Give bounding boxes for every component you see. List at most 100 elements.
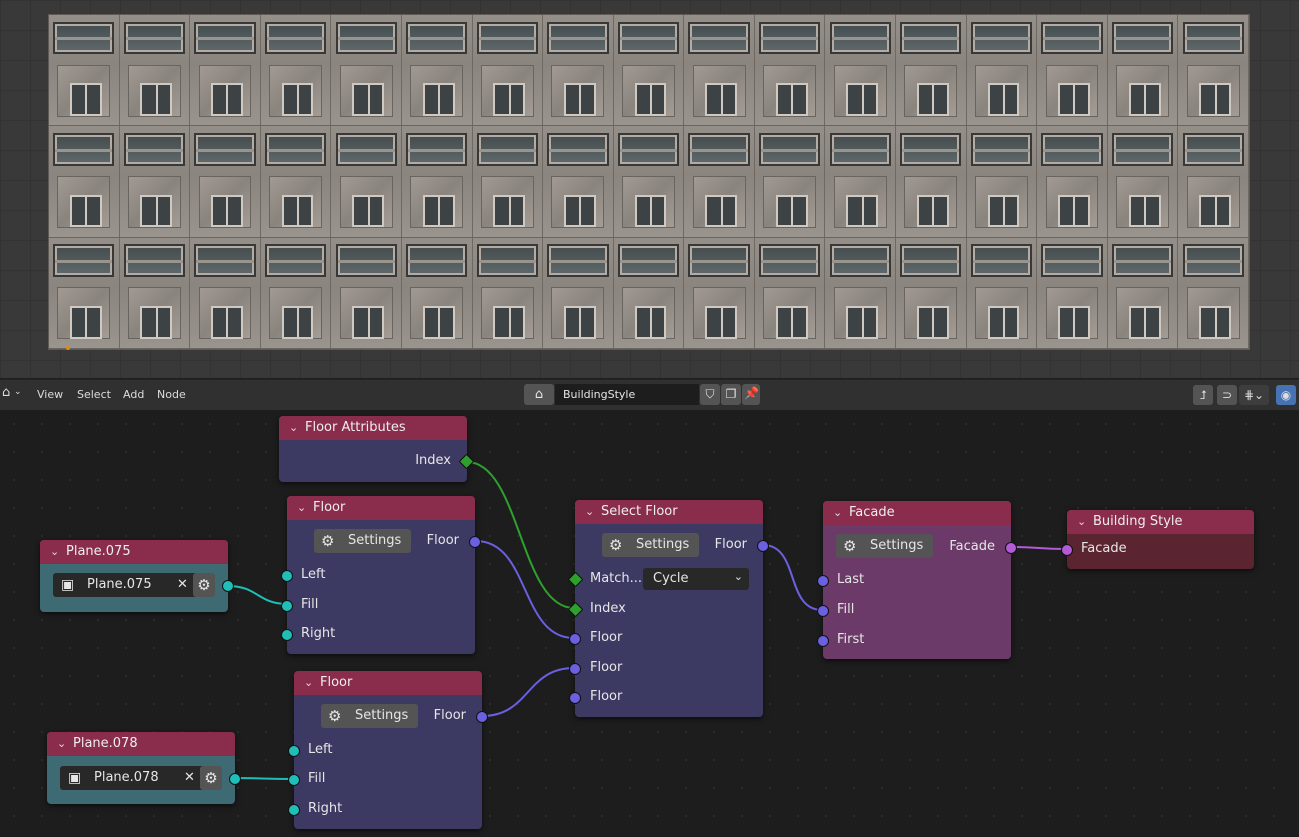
close-icon[interactable]: ✕ [184, 766, 195, 790]
object-icon: ▣ [68, 770, 82, 786]
chevron-down-icon[interactable]: ⌄ [50, 540, 59, 564]
node-header[interactable]: ⌄ Floor [287, 496, 475, 520]
node-tree-name-field[interactable]: BuildingStyle [555, 384, 699, 405]
gear-icon[interactable]: ⚙ [200, 766, 222, 790]
object-field[interactable]: ▣ Plane.075 ✕ ⚙ [53, 573, 215, 597]
facade-tile [472, 15, 544, 127]
node-floor-1[interactable]: ⌄ Floor ⚙ Settings Floor Left Fill Right [281, 496, 481, 654]
node-header[interactable]: ⌄ Building Style [1067, 510, 1254, 534]
facade-tile [1107, 15, 1179, 127]
chevron-down-icon[interactable]: ⌄ [289, 416, 298, 440]
chevron-down-icon[interactable]: ⌄ [585, 500, 594, 524]
close-icon[interactable]: ✕ [177, 573, 188, 597]
menu-view[interactable]: View [37, 388, 63, 401]
snap-mode-dropdown[interactable]: ⋕⌄ [1239, 385, 1269, 405]
menu-select[interactable]: Select [77, 388, 111, 401]
node-header[interactable]: ⌄ Plane.075 [40, 540, 228, 564]
fill-input-socket[interactable] [288, 774, 300, 786]
home-icon: ⌂ [534, 387, 544, 402]
settings-label: Settings [348, 533, 402, 548]
chevron-down-icon[interactable]: ⌄ [304, 671, 313, 695]
node-title: Floor [320, 675, 353, 690]
overlay-icon: ◉ [1280, 388, 1292, 402]
floor-output-socket[interactable] [476, 711, 488, 723]
gear-icon: ⚙ [843, 537, 857, 555]
floor-input-socket-2[interactable] [569, 663, 581, 675]
node-header[interactable]: ⌄ Plane.078 [47, 732, 235, 756]
socket-label-left: Left [301, 567, 326, 582]
object-output-socket[interactable] [222, 580, 234, 592]
left-input-socket[interactable] [288, 745, 300, 757]
socket-label-fill: Fill [301, 597, 319, 612]
settings-button[interactable]: ⚙ Settings [602, 533, 699, 557]
chevron-down-icon[interactable]: ⌄ [57, 732, 66, 756]
facade-input-socket[interactable] [1061, 544, 1073, 556]
gear-icon: ⚙ [328, 707, 342, 725]
node-select-floor[interactable]: ⌄ Select Floor ⚙ Settings Floor Match...… [567, 500, 769, 717]
fill-input-socket[interactable] [281, 600, 293, 612]
socket-label-facade: Facade [949, 539, 995, 554]
node-header[interactable]: ⌄ Floor [294, 671, 482, 695]
gear-icon[interactable]: ⚙ [193, 573, 215, 597]
facade-tile [966, 237, 1038, 349]
node-facade[interactable]: ⌄ Facade ⚙ Settings Facade Last Fill Fir… [817, 501, 1017, 659]
settings-button[interactable]: ⚙ Settings [314, 529, 411, 553]
node-title: Building Style [1093, 514, 1183, 529]
match-mode-dropdown[interactable]: Cycle ⌄ [643, 568, 749, 590]
facade-tile [49, 15, 120, 127]
facade-tile [1107, 126, 1179, 238]
settings-button[interactable]: ⚙ Settings [321, 704, 418, 728]
last-input-socket[interactable] [817, 575, 829, 587]
facade-tile [543, 15, 614, 127]
facade-tile [260, 126, 332, 238]
node-floor-2[interactable]: ⌄ Floor ⚙ Settings Floor Left Fill Right [288, 671, 488, 829]
node-header[interactable]: ⌄ Select Floor [575, 500, 763, 524]
object-field[interactable]: ▣ Plane.078 ✕ ⚙ [60, 766, 222, 790]
chevron-down-icon[interactable]: ⌄ [297, 496, 306, 520]
facade-tile [49, 126, 120, 238]
duplicate-tree-button[interactable]: ❐ [721, 384, 741, 405]
facade-tile [896, 237, 967, 349]
node-title: Plane.075 [66, 544, 131, 559]
editor-type-button[interactable]: ⌂ ⌄ [0, 385, 26, 405]
node-floor-attributes[interactable]: ⌄ Floor Attributes Index [279, 416, 475, 482]
node-title: Select Floor [601, 504, 678, 519]
browse-tree-button[interactable]: ⌂ [524, 384, 554, 405]
menu-node[interactable]: Node [157, 388, 186, 401]
floor-output-socket[interactable] [757, 540, 769, 552]
left-input-socket[interactable] [281, 570, 293, 582]
node-header[interactable]: ⌄ Floor Attributes [279, 416, 467, 440]
node-plane-075[interactable]: ⌄ Plane.075 ▣ Plane.075 ✕ ⚙ [40, 540, 234, 612]
overlay-toggle[interactable]: ◉ [1276, 385, 1296, 405]
chevron-down-icon[interactable]: ⌄ [1077, 510, 1086, 534]
parent-icon: ⮥ [1199, 388, 1207, 402]
shield-icon: ⛉ [705, 387, 715, 401]
menu-add[interactable]: Add [123, 388, 144, 401]
object-output-socket[interactable] [229, 773, 241, 785]
node-title: Plane.078 [73, 736, 138, 751]
first-input-socket[interactable] [817, 635, 829, 647]
snap-toggle[interactable]: ⊃ [1217, 385, 1237, 405]
socket-label-floor: Floor [426, 533, 459, 548]
floor-output-socket[interactable] [469, 536, 481, 548]
pin-icon[interactable]: 📌 [744, 386, 759, 400]
node-building-style[interactable]: ⌄ Building Style Facade [1061, 510, 1254, 569]
right-input-socket[interactable] [281, 629, 293, 641]
fill-input-socket[interactable] [817, 605, 829, 617]
floor-input-socket-1[interactable] [569, 633, 581, 645]
facade-output-socket[interactable] [1005, 542, 1017, 554]
facade-tile [754, 237, 826, 349]
node-header[interactable]: ⌄ Facade [823, 501, 1011, 525]
building-facade-texture [48, 14, 1250, 350]
node-editor-header: ⌂ ⌄ View Select Add Node ⌂ BuildingStyle… [0, 379, 1299, 410]
node-plane-078[interactable]: ⌄ Plane.078 ▣ Plane.078 ✕ ⚙ [47, 732, 241, 804]
parent-node-tree-button[interactable]: ⮥ [1193, 385, 1213, 405]
socket-label-floor: Floor [433, 708, 466, 723]
object-name: Plane.075 [87, 577, 152, 592]
right-input-socket[interactable] [288, 804, 300, 816]
settings-button[interactable]: ⚙ Settings [836, 534, 933, 558]
fake-user-button[interactable]: ⛉ [700, 384, 720, 405]
floor-input-socket-3[interactable] [569, 692, 581, 704]
chevron-down-icon[interactable]: ⌄ [833, 501, 842, 525]
3d-viewport[interactable] [0, 0, 1299, 378]
